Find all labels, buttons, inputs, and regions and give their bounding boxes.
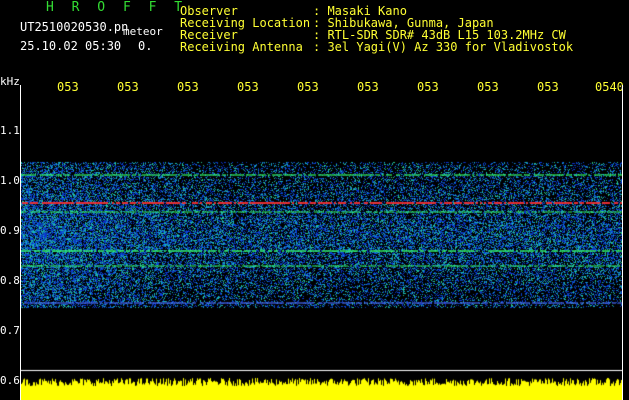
meteor-label: meteor	[123, 25, 163, 38]
x-tick: 053	[417, 80, 439, 94]
x-tick: 053	[117, 80, 139, 94]
plot-left-axis	[20, 85, 21, 400]
x-tick: 053	[237, 80, 259, 94]
meteor-count: 0.	[138, 39, 153, 53]
x-tick: 053	[297, 80, 319, 94]
date-time: 25.10.02 05:30	[20, 39, 122, 53]
y-tick: 1.0	[0, 174, 20, 187]
x-tick: 0540	[595, 80, 624, 94]
brand-title: H R O F F T	[46, 0, 188, 15]
file-name: UT2510020530.pn	[20, 20, 129, 34]
plot-right-axis	[622, 85, 623, 400]
x-tick: 053	[177, 80, 199, 94]
y-axis-unit: kHz	[0, 75, 20, 88]
antenna-value: : 3el Yagi(V) Az 330 for Vladivostok	[313, 40, 574, 54]
waterfall-screen: H R O F F T UT2510020530.pn meteor 25.10…	[0, 0, 629, 400]
y-tick: 1.1	[0, 124, 20, 137]
x-tick: 053	[477, 80, 499, 94]
x-tick: 053	[537, 80, 559, 94]
x-tick: 053	[57, 80, 79, 94]
x-tick: 053	[357, 80, 379, 94]
antenna-label: Receiving Antenna	[180, 40, 303, 54]
y-tick: 0.8	[0, 274, 20, 287]
spectrogram-waterfall	[20, 97, 623, 400]
y-tick: 0.6	[0, 374, 20, 387]
y-tick: 0.9	[0, 224, 20, 237]
y-tick: 0.7	[0, 324, 20, 337]
